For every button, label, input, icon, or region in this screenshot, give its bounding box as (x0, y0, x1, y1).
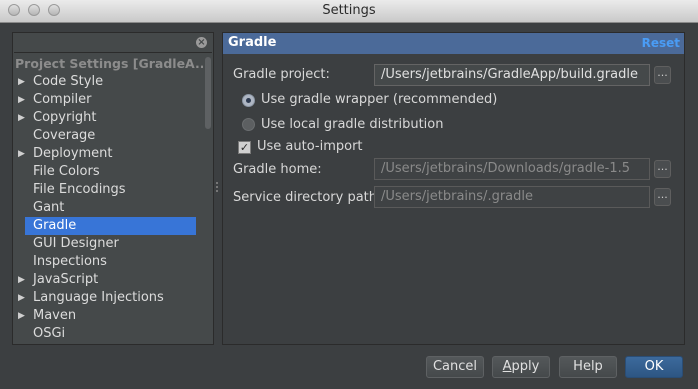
tree-item-label: Coverage (33, 128, 96, 143)
panel-splitter[interactable] (215, 180, 219, 196)
tree-item-javascript[interactable]: ▶ JavaScript (13, 271, 203, 289)
tree-item-label: Copyright (33, 110, 97, 125)
gradle-settings-panel: Gradle Reset Gradle project: /Users/jetb… (222, 32, 685, 345)
tree-item-deployment[interactable]: ▶ Deployment (13, 145, 203, 163)
gradle-home-label: Gradle home: (233, 162, 322, 177)
clear-search-icon[interactable]: × (196, 37, 207, 48)
auto-import-checkbox[interactable]: ✓ (238, 141, 251, 154)
tree-item-compiler[interactable]: ▶ Compiler (13, 91, 203, 109)
tree-item-osgi[interactable]: OSGi (13, 325, 203, 343)
cancel-button[interactable]: Cancel (426, 356, 484, 378)
expand-arrow-icon[interactable]: ▶ (18, 271, 25, 289)
tree-item-label: Code Style (33, 74, 104, 89)
expand-arrow-icon[interactable]: ▶ (18, 307, 25, 325)
gradle-project-browse-button[interactable]: ... (654, 66, 671, 84)
gradle-project-label: Gradle project: (233, 67, 330, 82)
tree-item-gant[interactable]: Gant (13, 199, 203, 217)
expand-arrow-icon[interactable]: ▶ (18, 145, 25, 163)
tree-item-label: File Encodings (33, 182, 126, 197)
tree-item-maven[interactable]: ▶ Maven (13, 307, 203, 325)
apply-mnemonic: A (502, 359, 512, 374)
tree-item-label: Maven (33, 308, 77, 323)
tree-item-label: Gradle (33, 218, 77, 233)
use-local-distribution-radio[interactable] (242, 118, 255, 131)
tree-item-copyright[interactable]: ▶ Copyright (13, 109, 203, 127)
tree-item-label: Compiler (33, 92, 92, 107)
tree-item-label: Gant (33, 200, 65, 215)
tree-item-inspections[interactable]: Inspections (13, 253, 203, 271)
tree-item-label: GUI Designer (33, 236, 119, 251)
help-button[interactable]: Help (559, 356, 617, 378)
tree-scrollbar[interactable] (204, 55, 212, 343)
settings-tree-panel: × Project Settings [GradleA... ▶ Code Sty… (12, 32, 214, 345)
apply-label: pply (511, 359, 540, 374)
section-title: Gradle (228, 35, 277, 50)
use-wrapper-radio[interactable] (242, 94, 255, 107)
tree-item-code-style[interactable]: ▶ Code Style (13, 73, 203, 91)
search-box: × (14, 34, 212, 53)
gradle-home-field[interactable]: /Users/jetbrains/Downloads/gradle-1.5 (374, 158, 650, 180)
window-title: Settings (322, 3, 376, 18)
gradle-project-field[interactable]: /Users/jetbrains/GradleApp/build.gradle (374, 64, 650, 86)
reset-link[interactable]: Reset (642, 36, 680, 50)
service-directory-field[interactable]: /Users/jetbrains/.gradle (374, 186, 650, 208)
settings-window: Settings × Project Settings [GradleA... … (0, 0, 698, 389)
tree-item-gradle[interactable]: Gradle (25, 217, 196, 235)
ok-button[interactable]: OK (625, 356, 683, 378)
expand-arrow-icon[interactable]: ▶ (18, 289, 25, 307)
tree-item-label: Inspections (33, 254, 107, 269)
tree-item-label: Language Injections (33, 290, 164, 305)
expand-arrow-icon[interactable]: ▶ (18, 91, 25, 109)
auto-import-label[interactable]: Use auto-import (257, 139, 363, 154)
search-input[interactable] (16, 35, 190, 51)
service-directory-browse-button[interactable]: ... (654, 188, 671, 206)
title-bar: Settings (0, 0, 698, 23)
use-local-distribution-label[interactable]: Use local gradle distribution (261, 117, 443, 132)
service-directory-label: Service directory path: (233, 190, 382, 205)
apply-button[interactable]: Apply (492, 356, 550, 378)
section-header: Gradle Reset (223, 33, 684, 54)
tree-item-file-encodings[interactable]: File Encodings (13, 181, 203, 199)
tree-item-coverage[interactable]: Coverage (13, 127, 203, 145)
tree-item-label: Deployment (33, 146, 113, 161)
tree-item-label: JavaScript (33, 272, 99, 287)
expand-arrow-icon[interactable]: ▶ (18, 109, 25, 127)
settings-tree: Project Settings [GradleA... ▶ Code Style… (13, 55, 203, 343)
use-wrapper-label[interactable]: Use gradle wrapper (recommended) (261, 92, 497, 107)
gradle-home-browse-button[interactable]: ... (654, 160, 671, 178)
tree-item-label: File Colors (33, 164, 100, 179)
tree-item-label: OSGi (33, 326, 66, 341)
expand-arrow-icon[interactable]: ▶ (18, 73, 25, 91)
scrollbar-thumb[interactable] (205, 57, 211, 129)
tree-item-gui-designer[interactable]: GUI Designer (13, 235, 203, 253)
tree-item-language-injections[interactable]: ▶ Language Injections (13, 289, 203, 307)
tree-item-file-colors[interactable]: File Colors (13, 163, 203, 181)
tree-group-header[interactable]: Project Settings [GradleA... (13, 55, 203, 73)
